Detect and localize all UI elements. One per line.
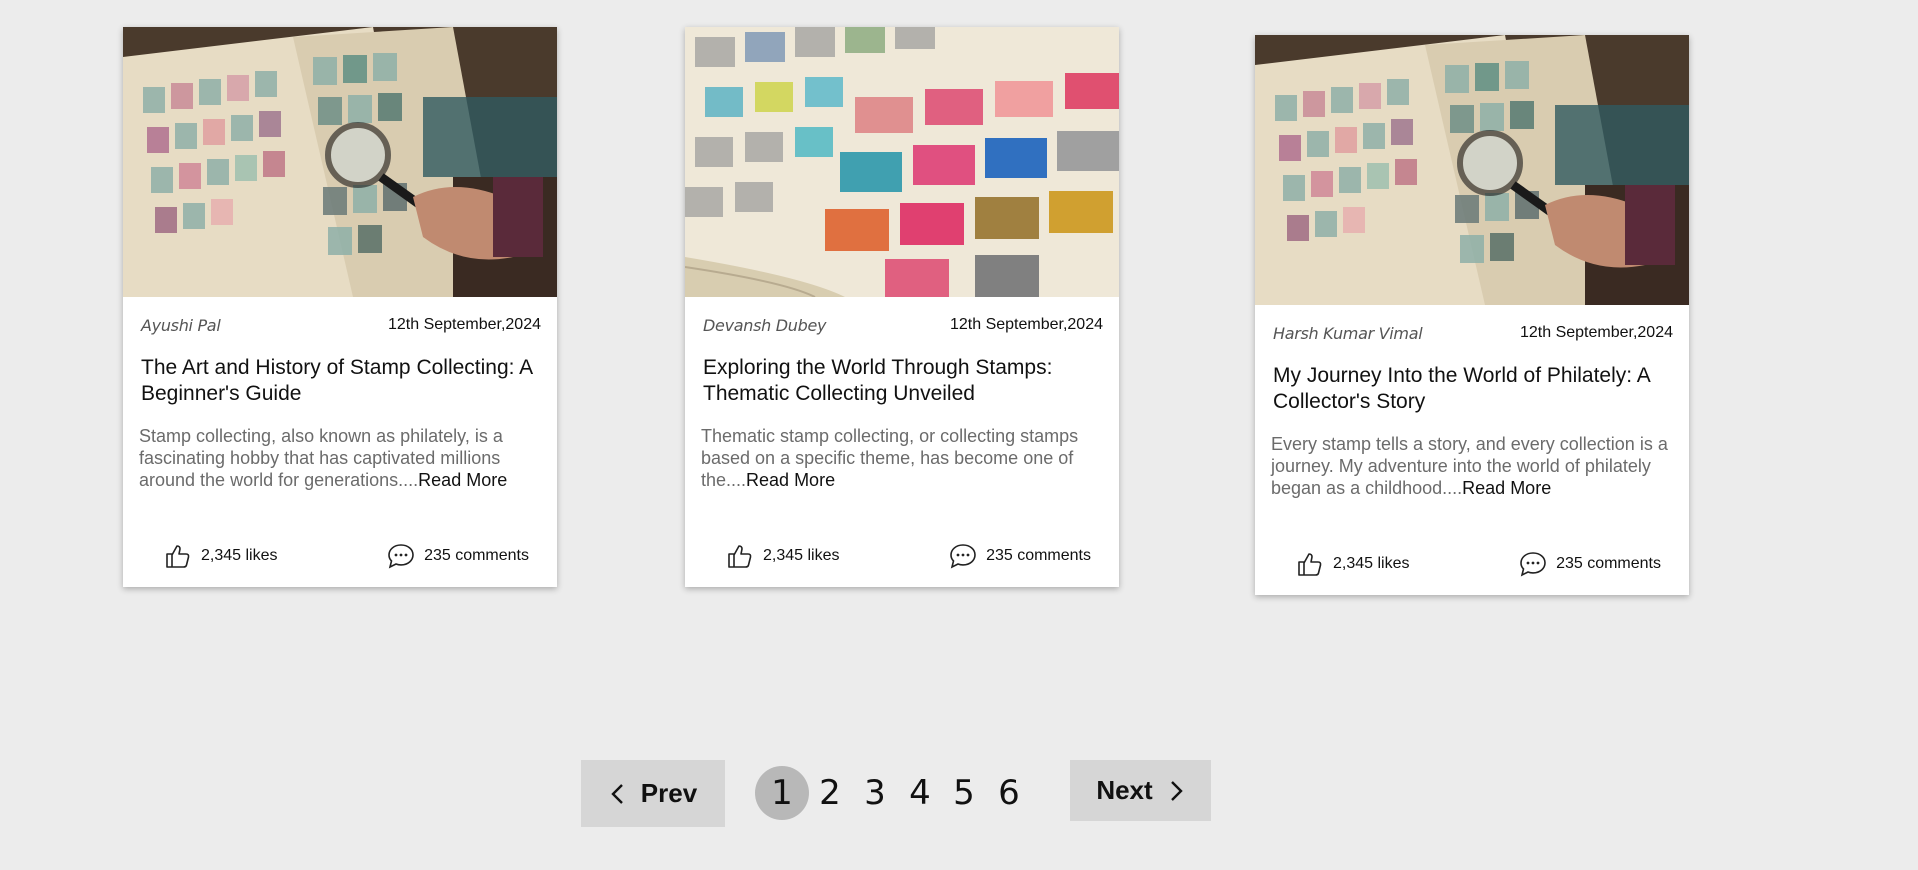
comments-count: 235 comments [1556, 555, 1661, 572]
read-more-link[interactable]: Read More [746, 470, 835, 490]
post-date: 12th September,2024 [387, 316, 541, 333]
comments-button[interactable]: 235 comments [1518, 549, 1661, 579]
card-title[interactable]: My Journey Into the World of Philately: … [1273, 363, 1673, 415]
like-button[interactable]: 2,345 likes [163, 541, 278, 571]
likes-count: 2,345 likes [763, 547, 840, 564]
card-excerpt: Thematic stamp collecting, or collecting… [701, 425, 1103, 491]
card-image [685, 27, 1119, 297]
blog-card[interactable]: Harsh Kumar Vimal 12th September,2024 My… [1255, 35, 1689, 595]
like-button[interactable]: 2,345 likes [725, 541, 840, 571]
prev-page-button[interactable]: Prev [581, 760, 725, 827]
author-name: Harsh Kumar Vimal [1273, 323, 1423, 343]
page-1[interactable]: 1 [755, 766, 809, 820]
author-name: Ayushi Pal [141, 315, 221, 335]
card-excerpt: Stamp collecting, also known as philatel… [139, 425, 541, 491]
read-more-link[interactable]: Read More [418, 470, 507, 490]
prev-label: Prev [640, 778, 698, 808]
comments-button[interactable]: 235 comments [386, 541, 529, 571]
page-6[interactable]: 6 [982, 766, 1036, 820]
chat-bubble-icon [950, 544, 976, 569]
post-date: 12th September,2024 [1519, 324, 1673, 341]
chat-bubble-icon [1520, 552, 1546, 577]
comments-button[interactable]: 235 comments [948, 541, 1091, 571]
author-name: Devansh Dubey [703, 315, 827, 335]
like-button[interactable]: 2,345 likes [1295, 549, 1410, 579]
chevron-left-icon [611, 783, 623, 804]
chevron-right-icon [1170, 780, 1183, 801]
post-date: 12th September,2024 [949, 316, 1103, 333]
comments-count: 235 comments [424, 547, 529, 564]
blog-card[interactable]: Devansh Dubey 12th September,2024 Explor… [685, 27, 1119, 587]
likes-count: 2,345 likes [1333, 555, 1410, 572]
card-title[interactable]: The Art and History of Stamp Collecting:… [141, 355, 541, 407]
next-page-button[interactable]: Next [1070, 760, 1211, 821]
thumbs-up-icon [1298, 553, 1322, 576]
comments-count: 235 comments [986, 547, 1091, 564]
chat-bubble-icon [388, 544, 414, 569]
card-title[interactable]: Exploring the World Through Stamps: Them… [703, 355, 1103, 407]
next-label: Next [1096, 775, 1153, 805]
card-image [1255, 35, 1689, 305]
card-excerpt: Every stamp tells a story, and every col… [1271, 433, 1673, 499]
card-image [123, 27, 557, 297]
thumbs-up-icon [728, 545, 752, 568]
blog-card[interactable]: Ayushi Pal 12th September,2024 The Art a… [123, 27, 557, 587]
read-more-link[interactable]: Read More [1462, 478, 1551, 498]
thumbs-up-icon [166, 545, 190, 568]
likes-count: 2,345 likes [201, 547, 278, 564]
